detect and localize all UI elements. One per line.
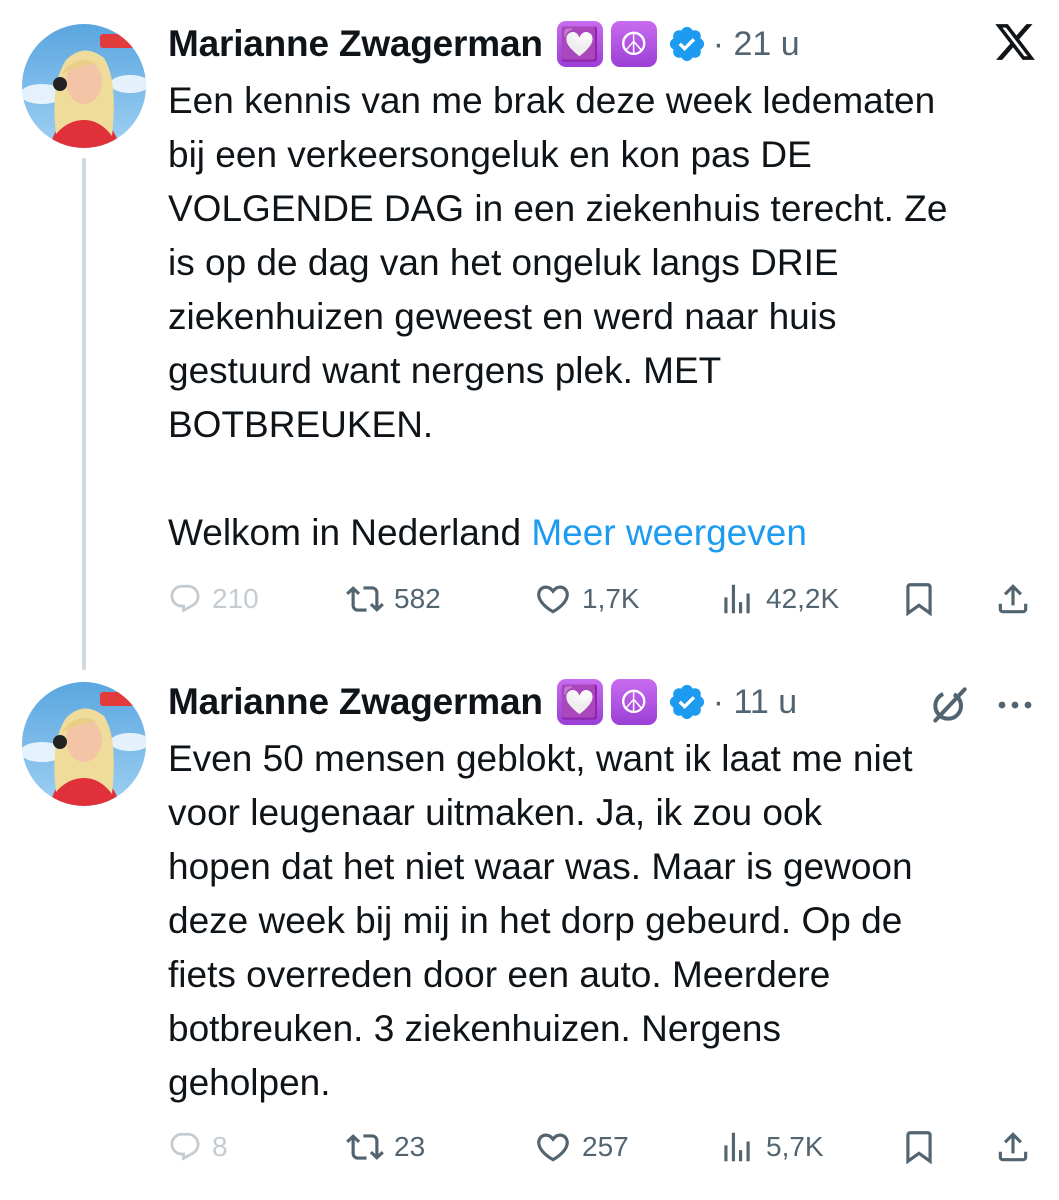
views-chart-icon <box>724 584 750 614</box>
tweet-header: Marianne Zwagerman 💟 ☮ · 11 u <box>168 674 797 730</box>
views-count: 5,7K <box>766 1131 824 1162</box>
views-chart-icon <box>724 1132 750 1162</box>
repost-button[interactable]: 582 <box>346 574 441 624</box>
x-logo-icon[interactable] <box>993 20 1037 64</box>
heart-icon <box>537 585 569 614</box>
views-button[interactable]: 42,2K <box>718 574 839 624</box>
like-count: 257 <box>582 1131 629 1162</box>
avatar[interactable] <box>22 682 146 806</box>
share-button[interactable] <box>994 574 1032 624</box>
author-name[interactable]: Marianne Zwagerman <box>168 23 543 65</box>
reply-button[interactable]: 210 <box>168 574 259 624</box>
grok-icon[interactable] <box>928 682 972 726</box>
tweet-text-line: Een kennis van me brak deze week ledemat… <box>168 80 936 121</box>
bookmark-icon <box>906 583 932 617</box>
tweet-timestamp[interactable]: · 21 u <box>713 25 800 64</box>
tweet-text: Een kennis van me brak deze week ledemat… <box>168 74 1038 560</box>
bookmark-button[interactable] <box>900 574 938 624</box>
reply-count: 210 <box>212 583 259 614</box>
heart-decoration-emoji: 💟 <box>556 679 603 725</box>
repost-icon <box>346 1134 384 1160</box>
tweet-action-bar: 8 23 257 5,7K <box>168 1122 1038 1172</box>
thread-connector-line <box>82 158 86 670</box>
verified-badge-icon[interactable] <box>667 682 707 722</box>
tweet-text-line: Even 50 mensen geblokt, want ik laat me … <box>168 738 913 779</box>
verified-badge-icon[interactable] <box>667 24 707 64</box>
tweet-text-line: ziekenhuizen geweest en werd naar huis <box>168 296 837 337</box>
show-more-link[interactable]: Meer weergeven <box>531 512 807 553</box>
tweet-text-line: is op de dag van het ongeluk langs DRIE <box>168 242 839 283</box>
tweet-action-bar: 210 582 1,7K 42,2K <box>168 574 1038 624</box>
like-count: 1,7K <box>582 583 640 614</box>
tweet-text: Even 50 mensen geblokt, want ik laat me … <box>168 732 1038 1110</box>
share-icon <box>998 1132 1028 1162</box>
tweet-text-line: fiets overreden door een auto. Meerdere <box>168 954 831 995</box>
repost-button[interactable]: 23 <box>346 1122 425 1172</box>
tweet-closing-line: Welkom in Nederland Meer weergeven <box>168 506 1038 560</box>
tweet-text-line: bij een verkeersongeluk en kon pas DE <box>168 134 812 175</box>
tweet-text-line: botbreuken. 3 ziekenhuizen. Nergens <box>168 1008 781 1049</box>
reply-count: 8 <box>212 1131 228 1162</box>
tweet-text-line: geholpen. <box>168 1062 331 1103</box>
reply-icon <box>170 584 200 613</box>
bookmark-button[interactable] <box>900 1122 938 1172</box>
tweet-text-line: gestuurd want nergens plek. MET <box>168 350 722 391</box>
peace-symbol-emoji: ☮ <box>610 679 657 725</box>
like-button[interactable]: 1,7K <box>534 574 640 624</box>
tweet-header: Marianne Zwagerman 💟 ☮ · 21 u <box>168 16 800 72</box>
reply-icon <box>170 1132 200 1161</box>
tweet-text-line: hopen dat het niet waar was. Maar is gew… <box>168 846 913 887</box>
tweet-text-line: deze week bij mij in het dorp gebeurd. O… <box>168 900 903 941</box>
more-dots-icon[interactable] <box>996 698 1034 710</box>
repost-count: 582 <box>394 583 441 614</box>
repost-count: 23 <box>394 1131 426 1162</box>
tweet-text-line: voor leugenaar uitmaken. Ja, ik zou ook <box>168 792 823 833</box>
avatar[interactable] <box>22 24 146 148</box>
peace-symbol-emoji: ☮ <box>610 21 657 67</box>
heart-icon <box>537 1133 569 1162</box>
author-name[interactable]: Marianne Zwagerman <box>168 681 543 723</box>
share-icon <box>998 584 1028 614</box>
views-button[interactable]: 5,7K <box>718 1122 824 1172</box>
closing-text: Welkom in Nederland <box>168 512 522 553</box>
tweet-timestamp[interactable]: · 11 u <box>713 683 797 722</box>
repost-icon <box>346 586 384 612</box>
views-count: 42,2K <box>766 583 840 614</box>
tweet-text-line: VOLGENDE DAG in een ziekenhuis terecht. … <box>168 188 948 229</box>
share-button[interactable] <box>994 1122 1032 1172</box>
tweet-text-line: BOTBREUKEN. <box>168 404 434 445</box>
reply-button[interactable]: 8 <box>168 1122 228 1172</box>
heart-decoration-emoji: 💟 <box>556 21 603 67</box>
like-button[interactable]: 257 <box>534 1122 629 1172</box>
bookmark-icon <box>906 1131 932 1165</box>
